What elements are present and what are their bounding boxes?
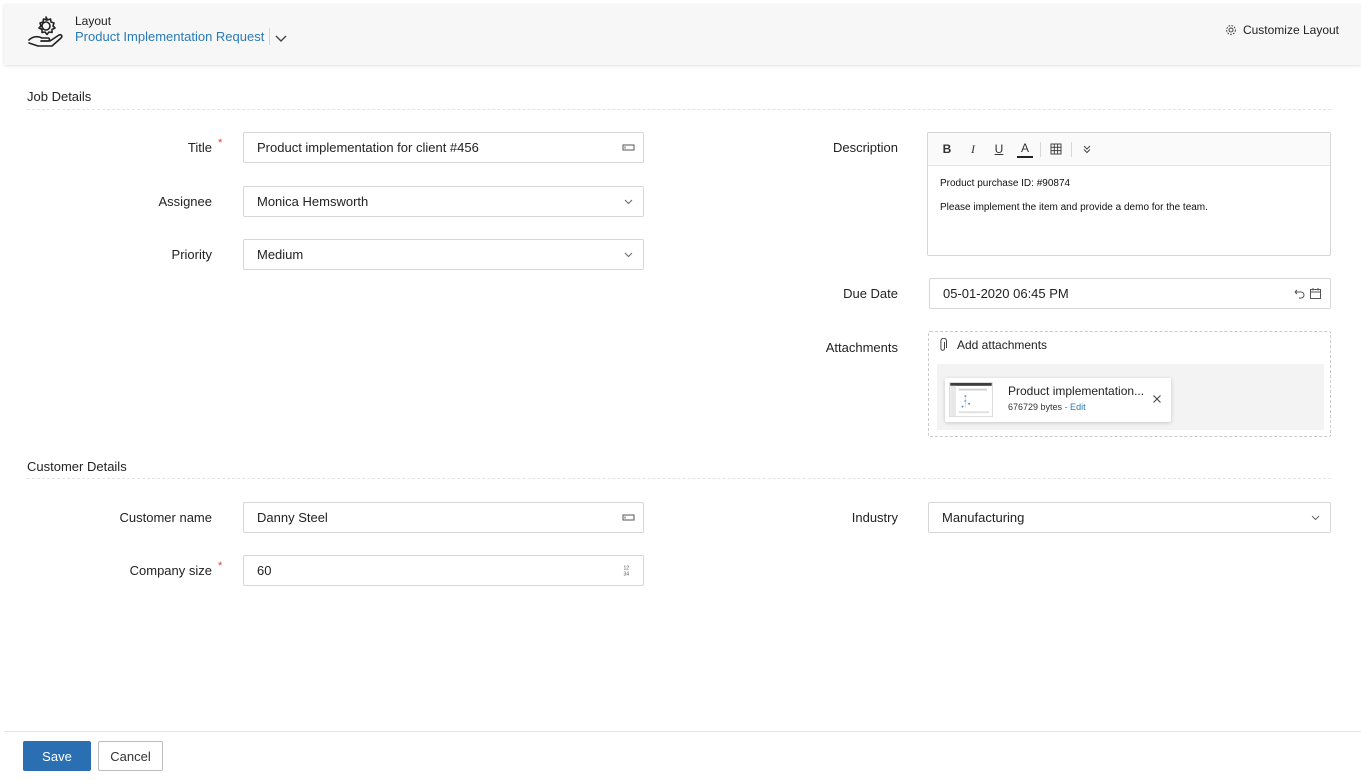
table-icon <box>1050 143 1062 155</box>
chevron-down-icon <box>624 252 633 258</box>
cancel-button[interactable]: Cancel <box>98 741 163 771</box>
company-size-field[interactable]: 60 12 34 <box>243 555 644 586</box>
toolbar-divider <box>1040 141 1041 157</box>
job-details-heading: Job Details <box>27 89 92 104</box>
required-marker: * <box>218 560 223 572</box>
toolbar-divider <box>1071 141 1072 157</box>
bold-button[interactable]: B <box>934 139 960 159</box>
customer-details-heading: Customer Details <box>27 459 127 474</box>
paperclip-icon <box>940 338 947 351</box>
attachments-dropzone[interactable]: Add attachments Product implementation..… <box>928 331 1331 437</box>
layout-divider <box>269 28 270 45</box>
underline-button[interactable]: U <box>986 139 1012 159</box>
attachment-list: Product implementation... 676729 bytes -… <box>937 364 1324 430</box>
number-field-icon: 12 34 <box>624 566 630 578</box>
section-divider <box>27 478 1331 479</box>
customer-name-value: Danny Steel <box>257 510 328 525</box>
due-date-value: 05-01-2020 06:45 PM <box>943 286 1069 301</box>
customize-layout-button[interactable]: Customize Layout <box>1225 23 1339 37</box>
description-line: Please implement the item and provide a … <box>940 202 1208 213</box>
gear-hand-logo-icon <box>28 16 63 47</box>
customize-layout-label: Customize Layout <box>1242 23 1339 37</box>
editor-content[interactable]: Product purchase ID: #90874 Please imple… <box>928 166 1330 238</box>
layout-header: Layout Product Implementation Request Cu… <box>4 4 1361 65</box>
priority-select[interactable]: Medium <box>243 239 644 270</box>
section-divider <box>27 109 1331 110</box>
industry-value: Manufacturing <box>942 510 1025 525</box>
assignee-value: Monica Hemsworth <box>257 194 369 209</box>
title-label: Title <box>187 140 212 155</box>
description-line: Product purchase ID: #90874 <box>940 178 1071 189</box>
close-icon[interactable] <box>1151 393 1163 405</box>
attachment-item[interactable]: Product implementation... 676729 bytes -… <box>945 378 1171 422</box>
footer-divider <box>4 731 1361 732</box>
more-options-button[interactable] <box>1074 139 1100 159</box>
industry-select[interactable]: Manufacturing <box>928 502 1331 533</box>
priority-label: Priority <box>171 247 212 262</box>
customer-name-field[interactable]: Danny Steel <box>243 502 644 533</box>
title-field[interactable]: Product implementation for client #456 <box>243 132 644 163</box>
attachment-size: 676729 bytes <box>1008 402 1063 412</box>
required-marker: * <box>218 137 223 149</box>
editor-toolbar: B I U A <box>928 133 1330 166</box>
chevron-down-icon[interactable] <box>274 31 288 45</box>
font-color-button[interactable]: A <box>1017 140 1033 158</box>
add-attachments-button[interactable]: Add attachments <box>939 338 1047 352</box>
text-field-icon <box>622 514 635 521</box>
attachment-name: Product implementation... <box>1008 384 1145 398</box>
company-size-label: Company size <box>129 563 212 578</box>
calendar-icon[interactable] <box>1309 287 1322 300</box>
attachment-edit-link[interactable]: - Edit <box>1065 402 1086 412</box>
due-date-label: Due Date <box>843 286 898 301</box>
attachments-label: Attachments <box>825 340 898 355</box>
reset-icon[interactable] <box>1292 287 1305 300</box>
gear-icon <box>1226 25 1236 35</box>
layout-label: Layout <box>75 14 112 28</box>
text-field-icon <box>622 144 635 151</box>
company-size-value: 60 <box>257 563 272 578</box>
svg-text:34: 34 <box>624 572 630 578</box>
description-editor[interactable]: B I U A Product purchase ID: #90874 Plea… <box>927 132 1331 256</box>
assignee-select[interactable]: Monica Hemsworth <box>243 186 644 217</box>
chevron-down-icon <box>1311 515 1320 521</box>
description-label: Description <box>832 140 898 155</box>
attachment-thumbnail <box>949 382 993 417</box>
add-attachments-label: Add attachments <box>957 338 1048 352</box>
attachment-meta: 676729 bytes - Edit <box>1008 402 1086 412</box>
due-date-field[interactable]: 05-01-2020 06:45 PM <box>929 278 1331 309</box>
title-value: Product implementation for client #456 <box>257 140 479 155</box>
double-chevron-down-icon <box>1083 145 1091 154</box>
save-button[interactable]: Save <box>23 741 91 771</box>
priority-value: Medium <box>257 247 304 262</box>
italic-button[interactable]: I <box>960 139 986 159</box>
chevron-down-icon <box>624 199 633 205</box>
layout-name[interactable]: Product Implementation Request <box>75 29 264 44</box>
industry-label: Industry <box>851 510 898 525</box>
assignee-label: Assignee <box>158 194 212 209</box>
customer-name-label: Customer name <box>119 510 212 525</box>
table-button[interactable] <box>1043 139 1069 159</box>
